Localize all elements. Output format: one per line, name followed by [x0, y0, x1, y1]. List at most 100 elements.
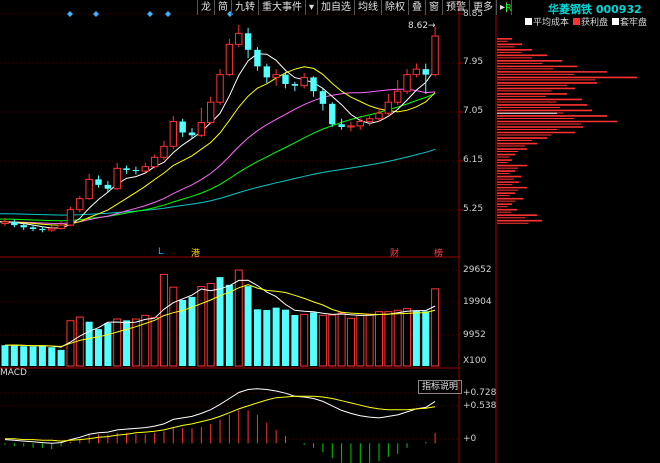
event-marker-finance[interactable]: 财 — [390, 246, 399, 259]
toolbar-add-watchlist-button[interactable]: 加自选 — [318, 0, 356, 15]
candle-body-down — [20, 225, 27, 228]
volume-bar-up — [346, 317, 355, 367]
event-marker-hk[interactable]: 港 — [191, 246, 200, 259]
macd-axis-label: +0.538 — [463, 401, 497, 411]
price-axis-label: 7.95 — [463, 57, 484, 67]
price-axis-label: 5.25 — [463, 204, 484, 214]
candle-body-up — [207, 101, 215, 124]
ma30-line — [0, 92, 436, 222]
volume-bar-up — [356, 314, 365, 367]
indicator-help-button[interactable]: 指标说明 — [418, 380, 463, 394]
candle-body-up — [57, 224, 65, 229]
event-marker-l[interactable]: L — [158, 247, 163, 257]
candle-body-up — [66, 209, 75, 226]
toolbar-ma-button[interactable]: 均线 — [355, 0, 383, 15]
volume-bar-down — [57, 349, 65, 366]
candle-body-up — [160, 145, 168, 158]
toolbar-overlay-button[interactable]: 叠 — [409, 0, 427, 15]
candle-body-up — [272, 74, 280, 78]
candle-body-up — [113, 167, 121, 190]
trapped-swatch-icon — [612, 18, 620, 25]
chip-legend: 平均成本 获利盘 套牢盘 — [525, 15, 647, 28]
kline-chart-area[interactable] — [0, 0, 660, 463]
volume-bar-up — [169, 286, 178, 367]
volume-bar-up — [384, 311, 393, 367]
volume-bar-down — [291, 315, 299, 366]
macd-axis-label: +0.728 — [463, 388, 497, 398]
candle-body-down — [291, 84, 299, 86]
indicator-name[interactable]: MACD — [0, 368, 27, 378]
volume-bar-down — [20, 346, 28, 366]
candle-body-up — [384, 101, 393, 114]
candle-body-down — [319, 91, 327, 104]
volume-bar-down — [123, 320, 131, 366]
volume-bar-down — [272, 307, 280, 366]
volume-axis-label: 29652 — [463, 265, 492, 275]
candle-body-up — [141, 166, 149, 172]
volume-bar-down — [244, 286, 252, 366]
price-axis-label: 6.15 — [463, 155, 484, 165]
candlestick-series — [1, 25, 439, 233]
candle-body-up — [1, 221, 9, 224]
toolbar-dragon-button[interactable]: 龙 — [197, 0, 215, 15]
candle-body-up — [48, 227, 56, 231]
candle-body-down — [338, 124, 345, 127]
volume-bar-down — [225, 284, 233, 366]
event-diamond-icon — [67, 11, 73, 17]
volume-bar-up — [206, 282, 215, 367]
candle-body-down — [11, 221, 18, 226]
volume-axis-label: 19904 — [463, 297, 492, 307]
volume-bar-up — [328, 314, 337, 367]
volume-bar-down — [216, 277, 224, 366]
volume-bar-up — [300, 313, 309, 367]
candle-body-up — [403, 74, 411, 92]
period-flag: R — [505, 3, 512, 14]
high-price-marker: 8.62 — [408, 21, 429, 31]
toolbar-exright-button[interactable]: 除权 — [382, 0, 410, 15]
candle-body-up — [197, 122, 206, 136]
toolbar-major-event-button[interactable]: 重大事件 — [259, 0, 306, 15]
event-marker-rank[interactable]: 榜 — [434, 246, 443, 259]
volume-bar-down — [29, 346, 37, 366]
volume-bar-up — [403, 308, 412, 367]
volume-bar-down — [263, 309, 271, 366]
candle-body-up — [347, 125, 355, 128]
volume-unit-label: X100 — [463, 356, 487, 366]
candle-body-down — [123, 168, 130, 170]
high-marker-arrow-icon: → — [428, 21, 436, 31]
volume-bar-down — [38, 345, 46, 366]
event-diamond-icon — [93, 11, 99, 17]
candle-body-down — [104, 184, 112, 189]
legend-trapped: 套牢盘 — [612, 15, 647, 28]
candle-body-up — [394, 90, 402, 103]
volume-bar-up — [318, 314, 327, 367]
volume-bar-up — [150, 316, 159, 367]
volume-bar-up — [113, 318, 122, 367]
chip-distribution — [497, 38, 637, 224]
ma60-line — [0, 148, 436, 216]
volume-bar-up — [375, 311, 383, 367]
toolbar-dropdown-arrow-icon[interactable]: ▾ — [306, 0, 319, 15]
candle-body-up — [225, 43, 234, 76]
candle-body-up — [365, 118, 374, 122]
volume-bar-up — [365, 313, 374, 367]
event-diamond-icon — [147, 11, 153, 17]
candle-body-up — [356, 120, 365, 127]
legend-profit: 获利盘 — [573, 15, 608, 28]
toolbar-window-button[interactable]: 窗 — [426, 0, 444, 15]
toolbar-simple-button[interactable]: 简 — [215, 0, 232, 15]
profit-swatch-icon — [573, 18, 581, 25]
volume-bar-up — [393, 309, 402, 367]
candle-body-up — [150, 156, 159, 168]
price-axis-label: 7.05 — [463, 106, 484, 116]
volume-bar-up — [197, 285, 206, 367]
candle-body-up — [76, 198, 84, 211]
volume-bar-up — [431, 288, 440, 367]
candle-body-down — [254, 49, 261, 67]
candle-body-up — [412, 68, 421, 76]
volume-bar-down — [95, 329, 102, 366]
candle-body-down — [95, 179, 102, 185]
volume-bar-down — [1, 345, 9, 366]
avg-cost-swatch-icon — [525, 18, 532, 25]
toolbar-nine-turn-button[interactable]: 九转 — [232, 0, 259, 15]
